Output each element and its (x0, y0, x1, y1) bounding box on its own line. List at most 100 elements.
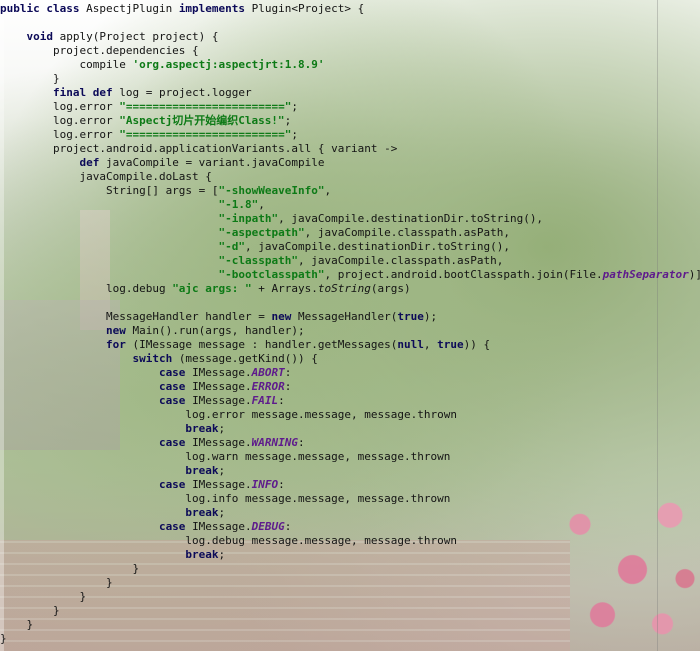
code-token: ; (218, 548, 226, 561)
code-token: case (0, 394, 193, 407)
code-token: , javaCompile.destinationDir.toString(), (278, 212, 544, 225)
code-token: } (0, 632, 7, 645)
code-token: break (0, 464, 219, 477)
code-line: String[] args = ["-showWeaveInfo", (0, 184, 331, 198)
code-line: "-classpath", javaCompile.classpath.asPa… (0, 254, 504, 268)
code-token: project.android.applicationVariants.all … (0, 142, 398, 155)
code-line: javaCompile.doLast { (0, 170, 212, 184)
code-token: (args) (370, 282, 411, 295)
code-token: } (0, 576, 113, 589)
code-token: ; (218, 464, 226, 477)
code-line: log.info message.message, message.thrown (0, 492, 450, 506)
code-token: ABORT (251, 366, 285, 379)
background-flowers (550, 470, 700, 651)
code-line: break; (0, 506, 225, 520)
code-line: } (0, 632, 7, 646)
code-token: "ajc args: " (172, 282, 252, 295)
code-token: } (0, 562, 140, 575)
code-line: case IMessage.DEBUG: (0, 520, 291, 534)
code-line: case IMessage.INFO: (0, 478, 285, 492)
code-line: MessageHandler handler = new MessageHand… (0, 310, 437, 324)
code-token: IMessage. (192, 394, 252, 407)
code-token: case (0, 380, 193, 393)
code-token: : (278, 394, 285, 407)
code-token: project.dependencies { (0, 44, 199, 57)
code-token: IMessage. (192, 366, 252, 379)
code-token: ; (284, 114, 292, 127)
code-token: implements (178, 2, 252, 15)
code-token: AspectjPlugin (86, 2, 179, 15)
code-token: IMessage. (192, 478, 252, 491)
code-token: case (0, 366, 193, 379)
code-token: null (397, 338, 424, 351)
code-token: toString (317, 282, 371, 295)
code-line: public class AspectjPlugin implements Pl… (0, 2, 364, 16)
code-token: : (298, 436, 305, 449)
code-line: break; (0, 548, 225, 562)
code-line: final def log = project.logger (0, 86, 252, 100)
code-token: : (284, 366, 292, 379)
code-line: new Main().run(args, handler); (0, 324, 305, 338)
code-line: break; (0, 422, 225, 436)
right-margin-guide (657, 0, 658, 651)
code-token: void (0, 30, 60, 43)
code-token: "-classpath" (0, 254, 299, 267)
code-token: DEBUG (251, 520, 285, 533)
code-line: project.dependencies { (0, 44, 199, 58)
code-token: break (0, 422, 219, 435)
code-token: case (0, 436, 193, 449)
code-token: for (0, 338, 133, 351)
code-token: log.warn message.message, message.thrown (0, 450, 451, 463)
code-token: switch (0, 352, 179, 365)
code-token: case (0, 520, 193, 533)
code-token: MessageHandler( (298, 310, 398, 323)
code-token: : (284, 380, 292, 393)
code-token: IMessage. (192, 380, 252, 393)
code-token: } (0, 604, 60, 617)
code-token: def (0, 156, 106, 169)
code-token: pathSeparator (602, 268, 689, 281)
code-line: compile 'org.aspectj:aspectjrt:1.8.9' (0, 58, 325, 72)
code-token: ); (423, 310, 438, 323)
code-line: } (0, 590, 86, 604)
code-line: "-1.8", (0, 198, 265, 212)
code-token: , javaCompile.classpath.asPath, (298, 254, 504, 267)
code-token: apply(Project project) { (59, 30, 219, 43)
code-token: , (324, 184, 332, 197)
code-token: ; (218, 422, 226, 435)
code-line: "-d", javaCompile.destinationDir.toStrin… (0, 240, 510, 254)
code-token: , javaCompile.classpath.asPath, (304, 226, 510, 239)
code-token: ERROR (251, 380, 285, 393)
code-token: ; (291, 100, 299, 113)
code-token: )) { (463, 338, 491, 351)
code-token: "-aspectpath" (0, 226, 305, 239)
code-line: "-aspectpath", javaCompile.classpath.asP… (0, 226, 510, 240)
code-token: "========================" (119, 100, 292, 113)
code-token: String[] args = [ (0, 184, 219, 197)
code-token: , javaCompile.destinationDir.toString(), (245, 240, 510, 253)
code-line: } (0, 562, 139, 576)
code-token: log.error (0, 100, 120, 113)
code-token: : (284, 520, 292, 533)
code-token: ; (218, 506, 226, 519)
code-token: break (0, 548, 219, 561)
code-line: } (0, 618, 33, 632)
code-token: "-showWeaveInfo" (218, 184, 325, 197)
code-line: log.error "Aspectj切片开始编织Class!"; (0, 114, 291, 128)
code-token: IMessage. (192, 436, 252, 449)
code-token: "-1.8" (0, 198, 259, 211)
code-token: log.error (0, 128, 120, 141)
code-line: break; (0, 464, 225, 478)
code-token: 'org.aspectj:aspectjrt:1.8.9' (132, 58, 325, 71)
code-line: log.error "========================"; (0, 128, 298, 142)
code-token: INFO (251, 478, 279, 491)
code-token: javaCompile.doLast { (0, 170, 212, 183)
code-token: case (0, 478, 193, 491)
code-token: log.debug (0, 282, 173, 295)
code-token: "-inpath" (0, 212, 279, 225)
code-line: for (IMessage message : handler.getMessa… (0, 338, 490, 352)
code-token: log = project.logger (119, 86, 252, 99)
code-token: )] (688, 268, 700, 281)
code-line: log.error message.message, message.throw… (0, 408, 457, 422)
code-token: , project.android.bootClasspath.join(Fil… (324, 268, 603, 281)
